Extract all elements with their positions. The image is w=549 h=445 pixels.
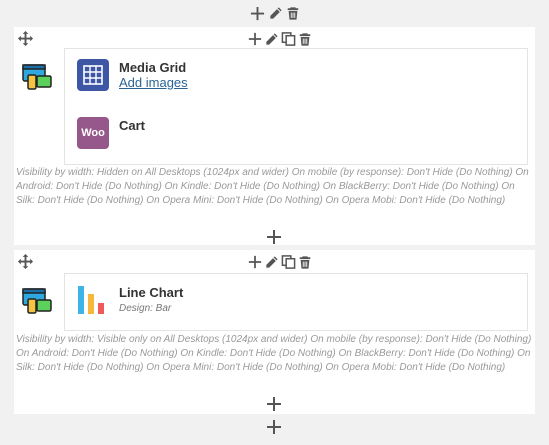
row-toolbar [248, 31, 312, 47]
widget-title: Cart [119, 118, 146, 133]
visibility-info: Visibility by width: Hidden on All Deskt… [16, 167, 529, 206]
bar-chart-icon [77, 284, 109, 316]
responsive-devices-icon [22, 285, 54, 322]
widgets-container: Line Chart Design: Bar [64, 273, 528, 331]
widget-cart[interactable]: Woo Cart [77, 117, 145, 149]
add-plus-icon[interactable] [248, 255, 262, 269]
responsive-devices-icon [22, 61, 54, 98]
woocommerce-badge-text: Woo [81, 127, 105, 139]
delete-trash-icon[interactable] [298, 255, 312, 270]
add-column-plus-icon[interactable] [266, 229, 282, 245]
widget-media-grid[interactable]: Media Grid Add images [77, 59, 188, 91]
edit-pencil-icon[interactable] [264, 32, 279, 47]
grid-icon [77, 59, 109, 91]
add-plus-icon[interactable] [248, 32, 262, 46]
woocommerce-icon: Woo [77, 117, 109, 149]
delete-trash-icon[interactable] [298, 32, 312, 47]
layout-row-1: Media Grid Add images Woo Cart Visibilit… [14, 27, 535, 245]
add-row-plus-icon[interactable] [250, 6, 265, 21]
delete-trash-icon[interactable] [286, 6, 300, 21]
add-row-plus-icon[interactable] [266, 419, 282, 435]
top-toolbar [0, 3, 549, 23]
duplicate-copy-icon[interactable] [281, 31, 296, 47]
add-images-link[interactable]: Add images [119, 75, 188, 91]
widget-line-chart[interactable]: Line Chart Design: Bar [77, 284, 183, 316]
move-handle-icon[interactable] [18, 31, 33, 46]
edit-pencil-icon[interactable] [268, 6, 283, 21]
widget-title: Line Chart [119, 285, 184, 300]
visibility-info: Visibility by width: Visible only on All… [16, 334, 532, 373]
widget-subtitle: Design: Bar [119, 303, 172, 314]
add-column-plus-icon[interactable] [266, 396, 282, 412]
edit-pencil-icon[interactable] [264, 255, 279, 270]
move-handle-icon[interactable] [18, 254, 33, 269]
duplicate-copy-icon[interactable] [281, 254, 296, 270]
widgets-container: Media Grid Add images Woo Cart [64, 48, 528, 165]
widget-title: Media Grid [119, 60, 187, 75]
row-toolbar [248, 254, 312, 270]
layout-row-2: Line Chart Design: Bar Visibility by wid… [14, 250, 535, 414]
